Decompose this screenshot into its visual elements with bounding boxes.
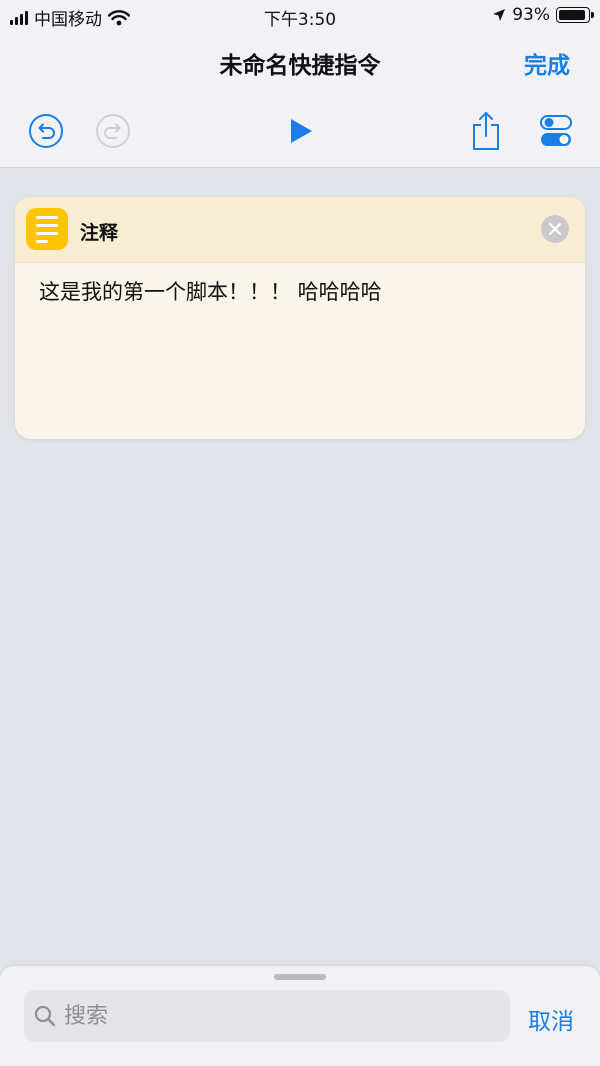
- close-icon: [549, 223, 561, 235]
- navigation-bar: 未命名快捷指令 完成: [0, 30, 600, 94]
- redo-icon: [96, 114, 130, 148]
- settings-toggle-icon: [540, 115, 572, 146]
- battery-icon: [556, 7, 594, 23]
- comment-action-card[interactable]: 注释 这是我的第一个脚本！！！ 哈哈哈哈: [15, 197, 585, 439]
- comment-text[interactable]: 这是我的第一个脚本！！！ 哈哈哈哈: [15, 263, 585, 321]
- share-icon: [473, 112, 499, 150]
- undo-icon: [29, 114, 63, 148]
- share-button[interactable]: [466, 111, 506, 151]
- card-header: 注释: [15, 197, 585, 263]
- redo-button[interactable]: [93, 111, 133, 151]
- editor-toolbar: [0, 94, 600, 168]
- page-title: 未命名快捷指令: [219, 53, 381, 79]
- done-button[interactable]: 完成: [524, 46, 570, 80]
- battery-level: [559, 10, 586, 20]
- location-arrow-icon: [493, 9, 506, 21]
- battery-percent: 93%: [512, 5, 550, 25]
- undo-button[interactable]: [26, 111, 66, 151]
- status-right: 93%: [492, 5, 594, 25]
- search-bar[interactable]: [24, 990, 510, 1042]
- status-bar: 中国移动 下午3:50 93%: [0, 0, 600, 30]
- card-title: 注释: [80, 222, 119, 244]
- cancel-button[interactable]: 取消: [528, 1002, 574, 1036]
- run-button[interactable]: [280, 111, 320, 151]
- search-icon: [34, 1005, 56, 1027]
- comment-lines-icon: [26, 208, 68, 250]
- actions-search-sheet: 取消: [0, 966, 600, 1066]
- play-icon: [291, 119, 312, 143]
- search-input[interactable]: [64, 1003, 484, 1029]
- settings-button[interactable]: [536, 111, 576, 151]
- sheet-grabber[interactable]: [274, 974, 326, 980]
- remove-action-button[interactable]: [541, 215, 569, 243]
